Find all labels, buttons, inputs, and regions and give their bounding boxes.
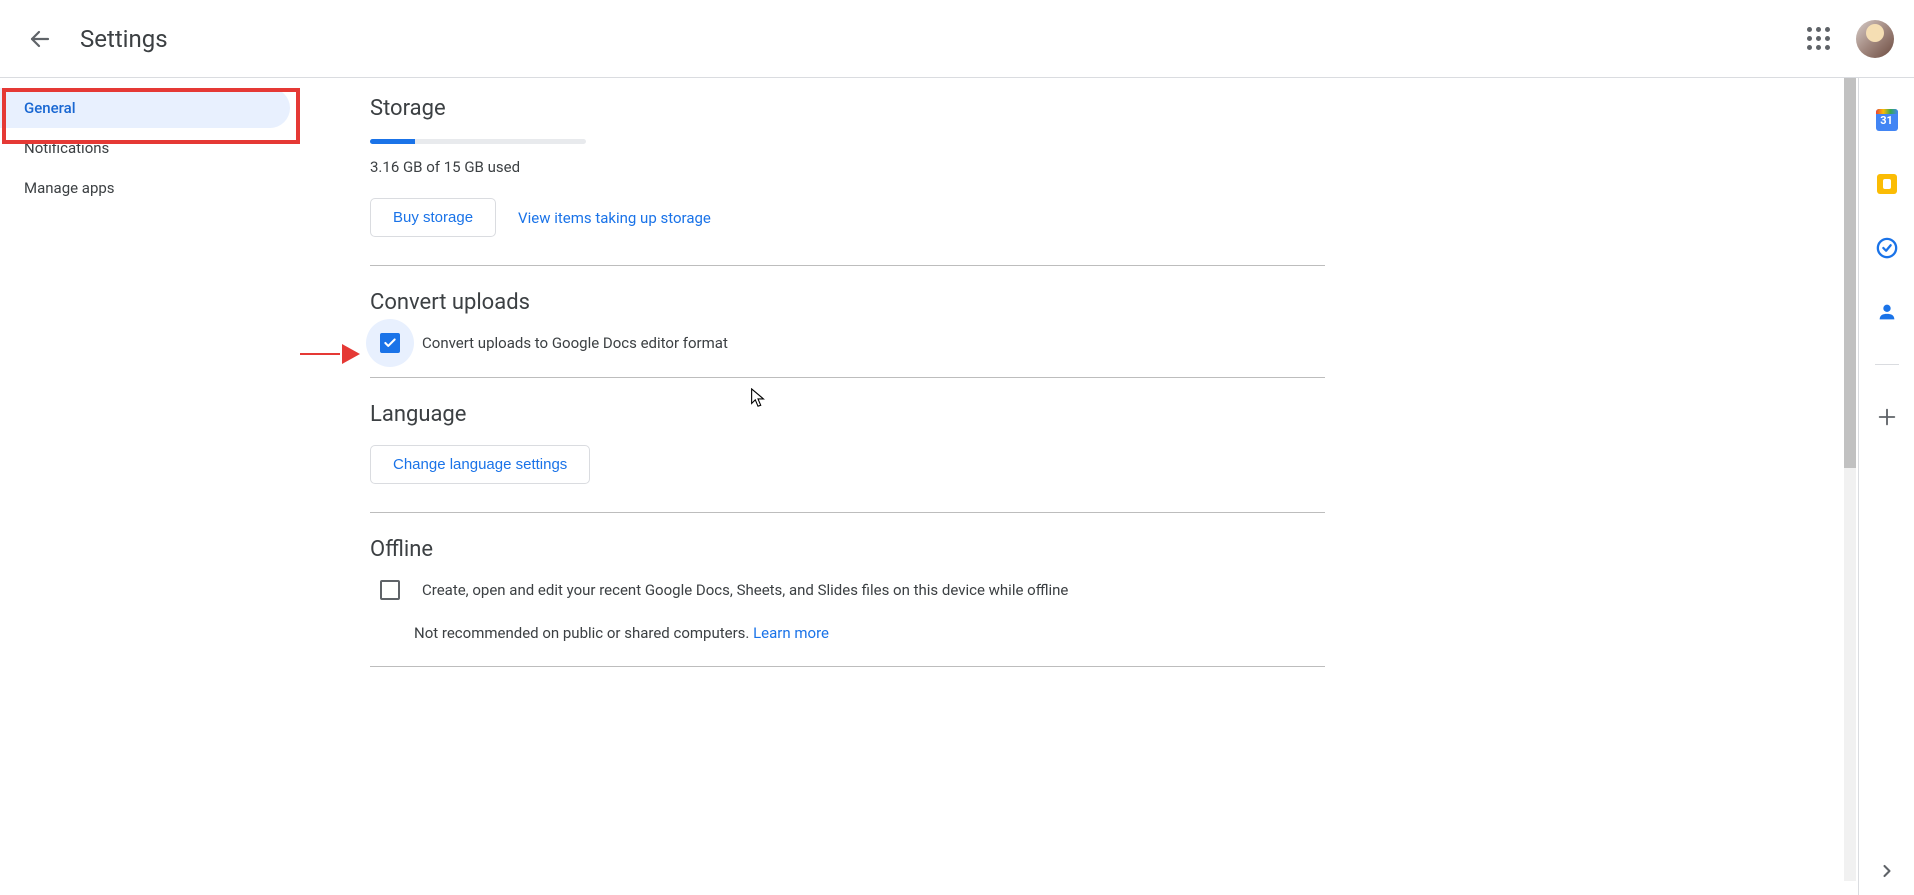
storage-bar [370, 139, 586, 144]
convert-uploads-section: Convert uploads Convert uploads to Googl… [370, 290, 1325, 378]
page-title: Settings [80, 25, 168, 53]
offline-title: Offline [370, 537, 1325, 562]
side-panel-rail: 31 [1858, 78, 1914, 895]
arrow-left-icon [28, 27, 52, 51]
contacts-icon [1876, 301, 1898, 323]
calendar-day-text: 31 [1880, 114, 1893, 127]
storage-usage-text: 3.16 GB of 15 GB used [370, 158, 1325, 176]
language-title: Language [370, 402, 1325, 427]
storage-title: Storage [370, 96, 1325, 121]
back-button[interactable] [28, 27, 52, 51]
tasks-app-button[interactable] [1875, 236, 1899, 260]
sidebar-item-label: Notifications [24, 139, 109, 157]
body: General Notifications Manage apps Storag… [0, 78, 1914, 895]
storage-actions: Buy storage View items taking up storage [370, 198, 1325, 237]
storage-section: Storage 3.16 GB of 15 GB used Buy storag… [370, 96, 1325, 266]
offline-checkbox[interactable] [380, 580, 400, 600]
change-language-button[interactable]: Change language settings [370, 445, 590, 484]
convert-title: Convert uploads [370, 290, 1325, 315]
storage-bar-fill [370, 139, 415, 144]
view-storage-items-link[interactable]: View items taking up storage [518, 209, 711, 227]
plus-icon [1876, 406, 1898, 428]
calendar-icon: 31 [1876, 109, 1898, 131]
language-actions: Change language settings [370, 445, 1325, 484]
contacts-app-button[interactable] [1875, 300, 1899, 324]
sidebar-item-label: Manage apps [24, 179, 115, 197]
calendar-app-button[interactable]: 31 [1875, 108, 1899, 132]
offline-checkbox-row: Create, open and edit your recent Google… [380, 580, 1325, 600]
header-right [1798, 19, 1894, 59]
convert-checkbox-label: Convert uploads to Google Docs editor fo… [422, 334, 728, 352]
content-column: Storage 3.16 GB of 15 GB used Buy storag… [370, 96, 1325, 667]
header: Settings [0, 0, 1914, 78]
offline-checkbox-label: Create, open and edit your recent Google… [422, 581, 1068, 599]
section-divider [370, 265, 1325, 266]
tasks-icon [1876, 237, 1898, 259]
offline-section: Offline Create, open and edit your recen… [370, 537, 1325, 667]
convert-uploads-checkbox[interactable] [380, 333, 400, 353]
learn-more-link[interactable]: Learn more [753, 624, 829, 642]
buy-storage-button[interactable]: Buy storage [370, 198, 496, 237]
sidebar-item-general[interactable]: General [0, 88, 290, 128]
scrollbar-thumb[interactable] [1844, 78, 1856, 468]
hide-side-panel-button[interactable] [1859, 861, 1914, 881]
apps-grid-icon [1807, 27, 1830, 50]
annotation-arrow [300, 348, 360, 360]
header-left: Settings [28, 25, 168, 53]
sidebar-item-label: General [24, 99, 76, 117]
account-avatar[interactable] [1856, 20, 1894, 58]
keep-app-button[interactable] [1875, 172, 1899, 196]
settings-main: Storage 3.16 GB of 15 GB used Buy storag… [300, 78, 1858, 895]
convert-checkbox-row: Convert uploads to Google Docs editor fo… [380, 333, 1325, 353]
sidebar-item-manage-apps[interactable]: Manage apps [0, 168, 290, 208]
add-addon-button[interactable] [1876, 405, 1898, 433]
section-divider [370, 377, 1325, 378]
settings-sidebar: General Notifications Manage apps [0, 78, 300, 895]
scrollbar[interactable] [1844, 78, 1856, 895]
offline-note-text: Not recommended on public or shared comp… [414, 624, 753, 642]
section-divider [370, 512, 1325, 513]
chevron-right-icon [1877, 861, 1897, 881]
sidebar-item-notifications[interactable]: Notifications [0, 128, 290, 168]
language-section: Language Change language settings [370, 402, 1325, 513]
rail-divider [1875, 364, 1899, 365]
keep-icon [1877, 174, 1897, 194]
section-divider [370, 666, 1325, 667]
checkmark-icon [383, 336, 397, 350]
google-apps-button[interactable] [1798, 19, 1838, 59]
offline-note: Not recommended on public or shared comp… [414, 624, 1325, 642]
